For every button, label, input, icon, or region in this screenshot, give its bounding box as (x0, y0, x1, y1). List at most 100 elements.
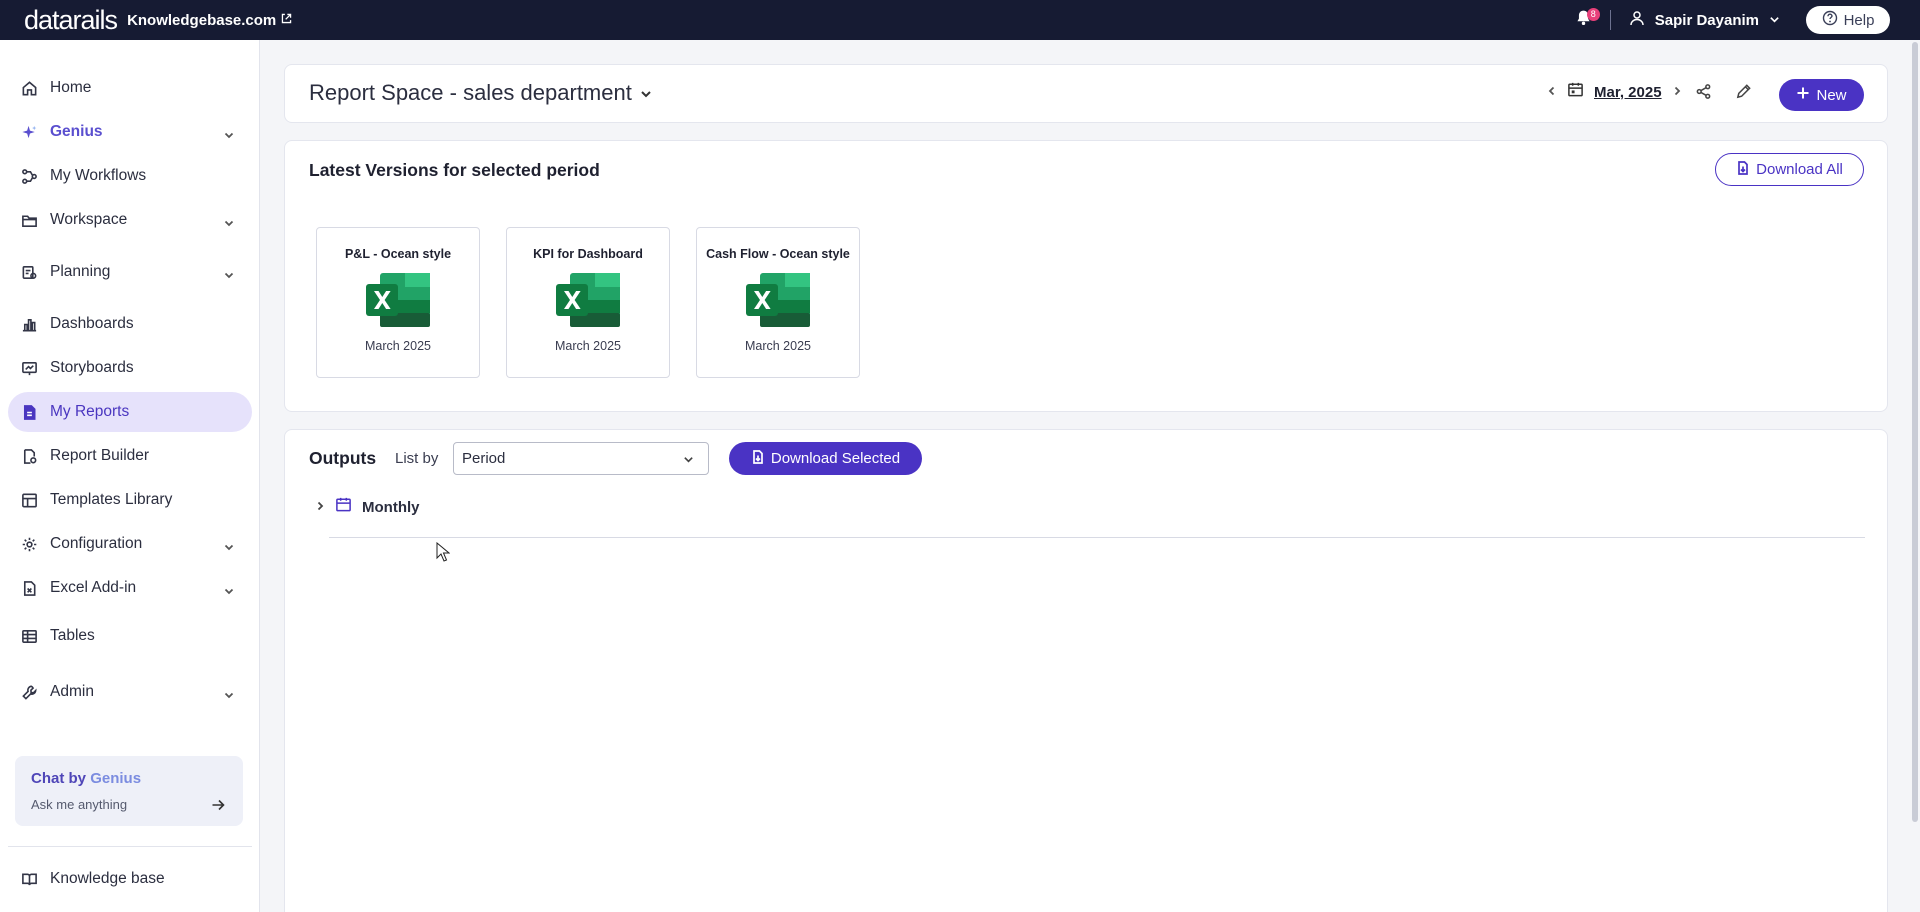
calendar-icon[interactable] (1567, 81, 1584, 103)
chat-subtitle: Ask me anything (31, 797, 128, 812)
sidebar-item-label: Report Builder (50, 447, 150, 464)
topbar-divider (1609, 10, 1611, 30)
table-icon (20, 627, 38, 645)
user-menu[interactable]: Sapir Dayanim (1629, 10, 1780, 30)
sidebar-item-home[interactable]: Home (8, 68, 252, 108)
mouse-cursor-icon (436, 542, 450, 562)
file-tile[interactable]: P&L - Ocean style March 2025 (316, 227, 480, 378)
external-link-icon (280, 12, 293, 29)
sidebar-item-label: Dashboards (50, 315, 134, 332)
sidebar: Home Genius My Workflows Workspace Plann… (0, 40, 260, 912)
folder-icon (20, 211, 38, 229)
sidebar-item-knowledge-base[interactable]: Knowledge base (8, 859, 252, 899)
gear-icon (20, 535, 38, 553)
sidebar-item-configuration[interactable]: Configuration (8, 524, 252, 564)
list-by-select[interactable]: Period (453, 442, 709, 475)
user-name: Sapir Dayanim (1654, 11, 1759, 29)
datarails-logo[interactable]: datarails (24, 5, 118, 36)
edit-icon[interactable] (1735, 83, 1753, 101)
sidebar-item-report-builder[interactable]: Report Builder (8, 436, 252, 476)
user-icon (1629, 10, 1645, 30)
file-tile[interactable]: Cash Flow - Ocean style March 2025 (696, 227, 860, 378)
top-bar: datarails Knowledgebase.com 8 Sapir Daya… (0, 0, 1920, 40)
presentation-icon (20, 359, 38, 377)
chat-by-genius-card[interactable]: Chat by Genius Ask me anything (15, 756, 243, 826)
file-date: March 2025 (364, 339, 431, 353)
new-button-label: New (1816, 86, 1847, 104)
list-by-label: List by (395, 450, 439, 467)
file-name: Cash Flow - Ocean style (706, 247, 850, 261)
notifications-button[interactable]: 8 (1572, 8, 1600, 32)
page-scrollbar[interactable] (1910, 40, 1920, 912)
excel-icon (746, 273, 810, 327)
sidebar-item-dashboards[interactable]: Dashboards (8, 304, 252, 344)
chevron-down-icon (224, 127, 234, 139)
file-tile[interactable]: KPI for Dashboard March 2025 (506, 227, 670, 378)
sidebar-item-genius[interactable]: Genius (8, 112, 252, 152)
file-name: P&L - Ocean style (344, 247, 452, 261)
plus-icon (1796, 86, 1810, 104)
arrow-right-icon[interactable] (211, 798, 225, 812)
bar-chart-icon (20, 315, 38, 333)
sidebar-item-excel-add-in[interactable]: Excel Add-in (8, 568, 252, 608)
sidebar-item-label: Excel Add-in (50, 579, 137, 596)
excel-icon (556, 273, 620, 327)
chevron-down-icon (224, 267, 234, 279)
sidebar-item-planning[interactable]: Planning (8, 252, 252, 292)
sidebar-item-workspace[interactable]: Workspace (8, 200, 252, 240)
new-button[interactable]: New (1779, 79, 1864, 111)
sparkle-icon (20, 123, 38, 141)
sidebar-item-label: My Workflows (50, 167, 147, 184)
file-name: KPI for Dashboard (533, 247, 643, 261)
sidebar-item-label: Storyboards (50, 359, 134, 376)
chevron-right-icon[interactable] (315, 498, 325, 516)
page-title: Report Space - sales department (309, 80, 632, 105)
chevron-down-icon (224, 583, 234, 595)
help-label: Help (1843, 11, 1875, 29)
file-download-icon (1736, 160, 1750, 179)
latest-versions-panel: Latest Versions for selected period Down… (284, 140, 1888, 412)
report-builder-icon (20, 447, 38, 465)
sidebar-item-label: Configuration (50, 535, 143, 552)
calendar-icon (335, 496, 352, 518)
latest-versions-title: Latest Versions for selected period (309, 160, 600, 180)
download-selected-button[interactable]: Download Selected (729, 442, 922, 475)
help-button[interactable]: Help (1806, 6, 1890, 34)
chevron-down-icon (684, 457, 693, 463)
help-icon (1822, 10, 1838, 30)
wrench-icon (20, 683, 38, 701)
outputs-title: Outputs (309, 448, 377, 468)
planning-icon (20, 263, 38, 281)
sidebar-item-my-workflows[interactable]: My Workflows (8, 156, 252, 196)
book-icon (20, 870, 38, 888)
workflow-icon (20, 167, 38, 185)
chevron-left-icon[interactable] (1547, 83, 1557, 101)
sidebar-item-label: Planning (50, 263, 111, 280)
chevron-right-icon[interactable] (1672, 83, 1682, 101)
sidebar-item-templates-library[interactable]: Templates Library (8, 480, 252, 520)
share-icon[interactable] (1695, 83, 1713, 101)
chat-title-brand: Genius (90, 770, 142, 787)
download-all-label: Download All (1756, 161, 1843, 178)
scrollbar-thumb[interactable] (1912, 42, 1918, 822)
sidebar-divider (8, 846, 252, 847)
sidebar-item-tables[interactable]: Tables (8, 616, 252, 656)
workspace-link-label: Knowledgebase.com (127, 11, 277, 29)
download-all-button[interactable]: Download All (1715, 153, 1864, 186)
sidebar-item-my-reports[interactable]: My Reports (8, 392, 252, 432)
period-selector[interactable]: Mar, 2025 (1594, 84, 1662, 101)
home-icon (20, 79, 38, 97)
template-icon (20, 491, 38, 509)
sidebar-item-label: Tables (50, 627, 95, 644)
workspace-link[interactable]: Knowledgebase.com (127, 12, 293, 29)
sidebar-item-label: Templates Library (50, 491, 173, 508)
outputs-panel: Outputs List by Period Download Selected… (284, 429, 1888, 912)
report-space-selector[interactable]: Report Space - sales department (309, 80, 652, 106)
file-date: March 2025 (554, 339, 621, 353)
tree-group-monthly[interactable]: Monthly (315, 496, 420, 518)
sidebar-item-admin[interactable]: Admin (8, 672, 252, 712)
chevron-down-icon (224, 539, 234, 551)
sidebar-item-label: Admin (50, 683, 94, 700)
list-by-value: Period (462, 450, 506, 467)
sidebar-item-storyboards[interactable]: Storyboards (8, 348, 252, 388)
